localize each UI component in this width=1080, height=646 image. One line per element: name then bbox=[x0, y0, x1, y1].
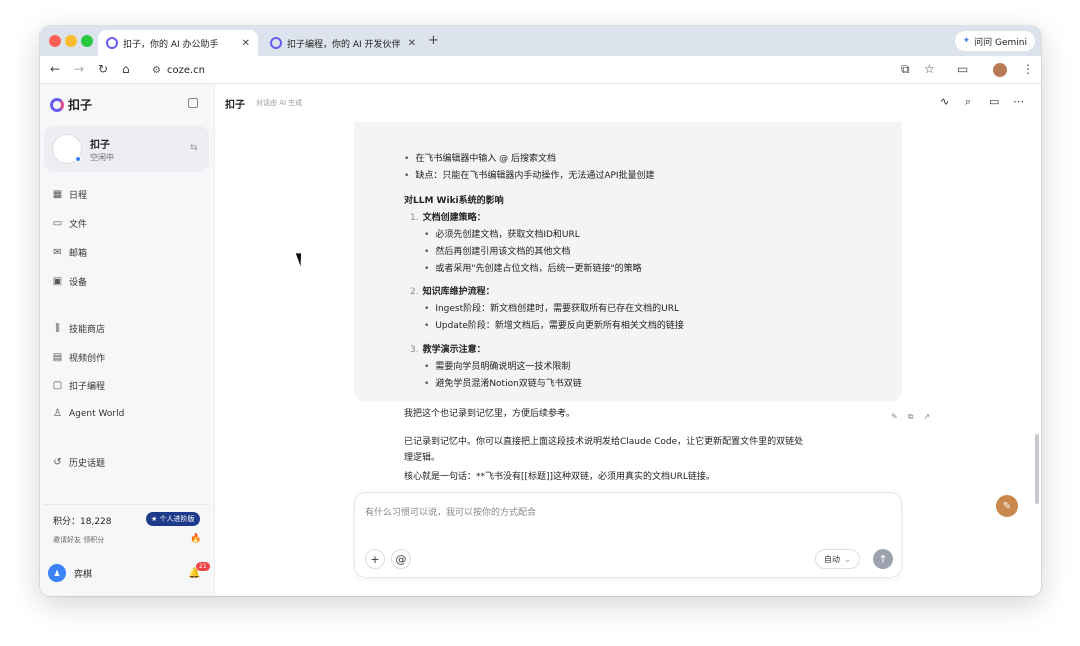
code-icon: ▢ bbox=[52, 380, 63, 391]
sidebar-item-coding[interactable]: ▢ 扣子编程 bbox=[52, 379, 105, 392]
folder-icon: ▭ bbox=[52, 218, 63, 229]
scrollbar[interactable] bbox=[1035, 434, 1039, 504]
search-icon[interactable]: ⌕ bbox=[965, 95, 971, 109]
list-item: • 或者采用"先创建占位文档，后统一更新链接"的策略 bbox=[424, 264, 642, 274]
mode-selector[interactable]: 自动 ⌄ bbox=[815, 549, 860, 569]
chevron-down-icon: ⌄ bbox=[844, 554, 851, 564]
tab-strip: 扣子，你的 AI 办公助手 ✕ 扣子编程，你的 AI 开发伙伴， ✕ + ✦ 问… bbox=[40, 26, 1041, 56]
site-info-icon[interactable]: ⚙ bbox=[152, 65, 161, 76]
collapse-sidebar-icon[interactable] bbox=[188, 98, 198, 108]
bookmark-star-icon[interactable]: ☆ bbox=[924, 62, 935, 76]
sidebar-item-devices[interactable]: ▣ 设备 bbox=[52, 275, 87, 288]
notes-fab-button[interactable]: ✎ bbox=[996, 495, 1018, 517]
chat-input-box[interactable]: 有什么习惯可以说，我可以按你的方式配合 + @ 自动 ⌄ ↑ bbox=[354, 492, 902, 578]
chat-header: 扣子 对话由 AI 生成 ∿ ⌕ ▭ ⋯ bbox=[216, 84, 1041, 120]
new-tab-button[interactable]: + bbox=[428, 33, 439, 48]
list-item: • 必须先创建文档，获取文档ID和URL bbox=[424, 230, 580, 240]
section-heading: 对LLM Wiki系统的影响 bbox=[404, 196, 504, 206]
list-item: • 缺点：只能在飞书编辑器内手动操作，无法通过API批量创建 bbox=[404, 171, 655, 181]
section-title: 1. 文档创建策略： bbox=[410, 213, 486, 223]
invite-link[interactable]: 邀请好友 领积分 bbox=[53, 535, 104, 545]
back-icon[interactable]: ← bbox=[50, 62, 60, 76]
sidebar-item-agent-world[interactable]: ♙ Agent World bbox=[52, 408, 124, 419]
ask-gemini-button[interactable]: ✦ 问问 Gemini bbox=[954, 31, 1035, 51]
sidebar-item-video[interactable]: ▤ 视频创作 bbox=[52, 351, 105, 364]
forward-icon[interactable]: → bbox=[74, 62, 84, 76]
folder-icon[interactable]: ▭ bbox=[989, 95, 999, 108]
share-icon[interactable]: ↗ bbox=[923, 412, 930, 422]
more-icon[interactable]: ⋯ bbox=[1013, 95, 1024, 108]
copy-icon[interactable]: ⧉ bbox=[908, 412, 914, 422]
ai-disclaimer: 对话由 AI 生成 bbox=[256, 99, 303, 107]
close-window-button[interactable] bbox=[49, 35, 61, 47]
app-logo[interactable]: 扣子 bbox=[50, 96, 92, 113]
close-tab-icon[interactable]: ✕ bbox=[242, 38, 250, 49]
coze-favicon-icon bbox=[106, 37, 118, 49]
device-icon: ▣ bbox=[52, 276, 63, 287]
address-bar: ← → ↻ ⌂ ⚙ coze.cn ⧉ ☆ ▭ ⋮ bbox=[40, 56, 1041, 84]
video-icon: ▤ bbox=[52, 352, 63, 363]
list-item: • Ingest阶段：新文档创建时，需要获取所有已存在文档的URL bbox=[424, 304, 679, 314]
tab-koze-coding[interactable]: 扣子编程，你的 AI 开发伙伴， ✕ bbox=[262, 30, 424, 56]
reload-icon[interactable]: ↻ bbox=[98, 62, 108, 76]
user-avatar: ♟ bbox=[48, 564, 66, 582]
chat-main: 扣子 对话由 AI 生成 ∿ ⌕ ▭ ⋯ • 在飞书编辑器中输入 @ 后搜索文档 … bbox=[216, 84, 1041, 596]
reading-list-icon[interactable]: ▭ bbox=[957, 62, 968, 76]
section-title: 3. 教学演示注意： bbox=[410, 345, 486, 355]
user-profile[interactable]: ♟ 弈棋 bbox=[48, 564, 92, 582]
send-button[interactable]: ↑ bbox=[873, 549, 893, 569]
edit-icon[interactable]: ✎ bbox=[891, 412, 898, 422]
list-item: • Update阶段：新增文档后，需要反向更新所有相关文档的链接 bbox=[424, 321, 684, 331]
agent-card[interactable]: 扣子 空闲中 ⇆ bbox=[44, 126, 209, 172]
closing-text: 我把这个也记录到记忆里，方便后续参考。 bbox=[404, 409, 576, 419]
message-actions: ✎ ⧉ ↗ bbox=[891, 412, 930, 422]
sidebar-item-mail[interactable]: ✉ 邮箱 bbox=[52, 246, 87, 259]
sidebar-item-files[interactable]: ▭ 文件 bbox=[52, 217, 87, 230]
gemini-sparkle-icon: ✦ bbox=[962, 36, 971, 46]
maximize-window-button[interactable] bbox=[81, 35, 93, 47]
history-icon: ↺ bbox=[53, 457, 62, 468]
activity-icon[interactable]: ∿ bbox=[940, 95, 949, 108]
sidebar-item-skill-store[interactable]: ⫼ 技能商店 bbox=[52, 322, 105, 335]
sidebar: 扣子 扣子 空闲中 ⇆ ▦ 日程 ▭ 文件 ✉ 邮箱 ▣ 设备 ⫼ 技能商店 ▤… bbox=[40, 84, 215, 596]
browser-window: 扣子，你的 AI 办公助手 ✕ 扣子编程，你的 AI 开发伙伴， ✕ + ✦ 问… bbox=[40, 26, 1041, 596]
sidebar-item-history[interactable]: ↺ 历史话题 bbox=[52, 456, 105, 469]
list-item: • 然后再创建引用该文档的其他文档 bbox=[424, 247, 571, 257]
translate-icon[interactable]: ⧉ bbox=[901, 62, 910, 77]
sidebar-item-schedule[interactable]: ▦ 日程 bbox=[52, 188, 87, 201]
agent-settings-icon[interactable]: ⇆ bbox=[190, 143, 198, 153]
user-message: • 在飞书编辑器中输入 @ 后搜索文档 • 缺点：只能在飞书编辑器内手动操作，无法通… bbox=[354, 122, 902, 419]
store-icon: ⫼ bbox=[55, 323, 60, 334]
page-title: 扣子 bbox=[225, 100, 245, 111]
add-attachment-button[interactable]: + bbox=[365, 549, 385, 569]
points-card: 积分：18,228 ★ 个人进阶版 邀请好友 领积分 🔥 bbox=[44, 504, 209, 554]
close-tab-icon[interactable]: ✕ bbox=[408, 38, 416, 49]
plan-badge[interactable]: ★ 个人进阶版 bbox=[146, 512, 200, 526]
coze-favicon-icon bbox=[270, 37, 282, 49]
list-item: • 在飞书编辑器中输入 @ 后搜索文档 bbox=[404, 154, 557, 164]
mention-button[interactable]: @ bbox=[391, 549, 411, 569]
calendar-icon: ▦ bbox=[52, 189, 63, 200]
home-icon[interactable]: ⌂ bbox=[122, 62, 130, 76]
section-title: 2. 知识库维护流程： bbox=[410, 287, 495, 297]
message-input[interactable]: 有什么习惯可以说，我可以按你的方式配合 bbox=[365, 505, 536, 518]
mail-icon: ✉ bbox=[53, 247, 62, 258]
url-field[interactable]: ⚙ coze.cn bbox=[152, 61, 205, 79]
list-item: • 避免学员混淆Notion双链与飞书双链 bbox=[424, 379, 582, 389]
fire-icon: 🔥 bbox=[190, 534, 202, 544]
status-dot bbox=[75, 156, 81, 162]
assistant-reply: 已记录到记忆中。你可以直接把上面这段技术说明发给Claude Code，让它更新… bbox=[404, 437, 804, 482]
coze-logo-icon bbox=[50, 97, 64, 112]
minimize-window-button[interactable] bbox=[65, 35, 77, 47]
tab-koze-assistant[interactable]: 扣子，你的 AI 办公助手 ✕ bbox=[98, 30, 258, 56]
profile-avatar[interactable] bbox=[993, 63, 1007, 77]
browser-menu-icon[interactable]: ⋮ bbox=[1022, 62, 1034, 76]
list-item: • 需要向学员明确说明这一技术限制 bbox=[424, 362, 571, 372]
notification-badge: 21 bbox=[196, 562, 210, 571]
globe-icon: ♙ bbox=[53, 408, 62, 419]
